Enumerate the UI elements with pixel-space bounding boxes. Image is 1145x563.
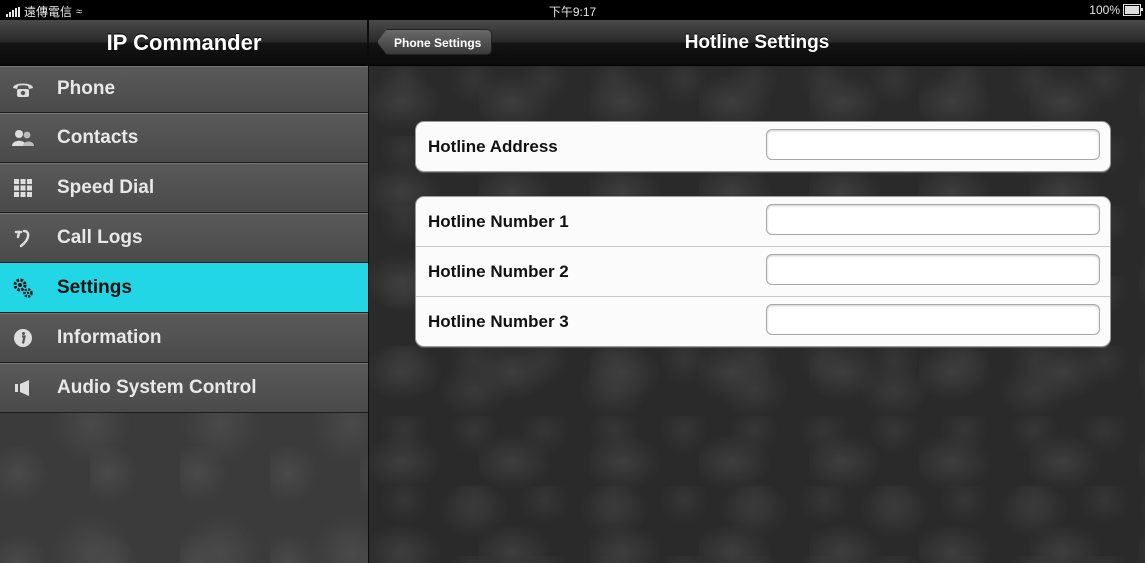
sidebar-item-speed-dial[interactable]: Speed Dial (0, 163, 368, 213)
sidebar-item-information[interactable]: Information (0, 313, 368, 363)
sidebar-item-label: Audio System Control (57, 376, 257, 398)
page-title: Hotline Settings (684, 32, 830, 53)
detail-navbar: Phone Settings Hotline Settings (369, 20, 1145, 66)
gears-icon (11, 278, 35, 298)
app-title: IP Commander (106, 30, 262, 55)
sidebar-navbar: IP Commander (0, 20, 368, 66)
hotline-numbers-group: Hotline Number 1 Hotline Number 2 Hotlin… (415, 196, 1111, 347)
status-time: 下午9:17 (548, 5, 597, 19)
sidebar-item-contacts[interactable]: Contacts (0, 113, 368, 163)
sidebar-item-audio-system-control[interactable]: Audio System Control (0, 363, 368, 413)
battery-icon (1123, 4, 1143, 16)
keypad-icon (11, 178, 35, 198)
settings-row: Hotline Address (416, 122, 1110, 171)
speaker-icon (11, 378, 35, 398)
sidebar-item-label: Speed Dial (57, 176, 155, 198)
battery-percent: 100% (1089, 3, 1120, 17)
sidebar-item-label: Information (57, 326, 162, 348)
status-bar: 遠傳電信 ≈ 下午9:17 100% (0, 0, 1145, 20)
hotline-address-group: Hotline Address (415, 121, 1111, 172)
settings-row: Hotline Number 1 (416, 197, 1110, 247)
hotline-address-input[interactable] (766, 129, 1100, 160)
hotline-number-3-label: Hotline Number 3 (428, 311, 569, 331)
call-logs-icon (11, 228, 35, 248)
hotline-number-3-input[interactable] (766, 304, 1100, 335)
sidebar-item-call-logs[interactable]: Call Logs (0, 213, 368, 263)
hotline-settings-panel: Hotline Address Hotline Number 1 Hotline… (369, 66, 1145, 563)
sidebar-item-label: Phone (57, 78, 116, 99)
sidebar-item-label: Call Logs (57, 226, 143, 248)
sidebar-item-phone[interactable]: Phone (0, 66, 368, 113)
info-icon (11, 328, 35, 348)
sidebar: Phone Contacts Speed Dial Call Logs Sett… (0, 66, 368, 563)
phone-icon (11, 79, 35, 99)
sidebar-item-label: Settings (57, 276, 132, 298)
sidebar-item-settings[interactable]: Settings (0, 263, 368, 313)
hotline-number-1-input[interactable] (766, 204, 1100, 235)
contacts-icon (11, 128, 35, 148)
settings-row: Hotline Number 3 (416, 297, 1110, 346)
settings-row: Hotline Number 2 (416, 247, 1110, 297)
hotline-number-1-label: Hotline Number 1 (428, 211, 569, 231)
hotline-address-label: Hotline Address (428, 136, 558, 156)
sidebar-item-label: Contacts (57, 126, 139, 148)
hotline-number-2-input[interactable] (766, 254, 1100, 285)
hotline-number-2-label: Hotline Number 2 (428, 261, 569, 281)
